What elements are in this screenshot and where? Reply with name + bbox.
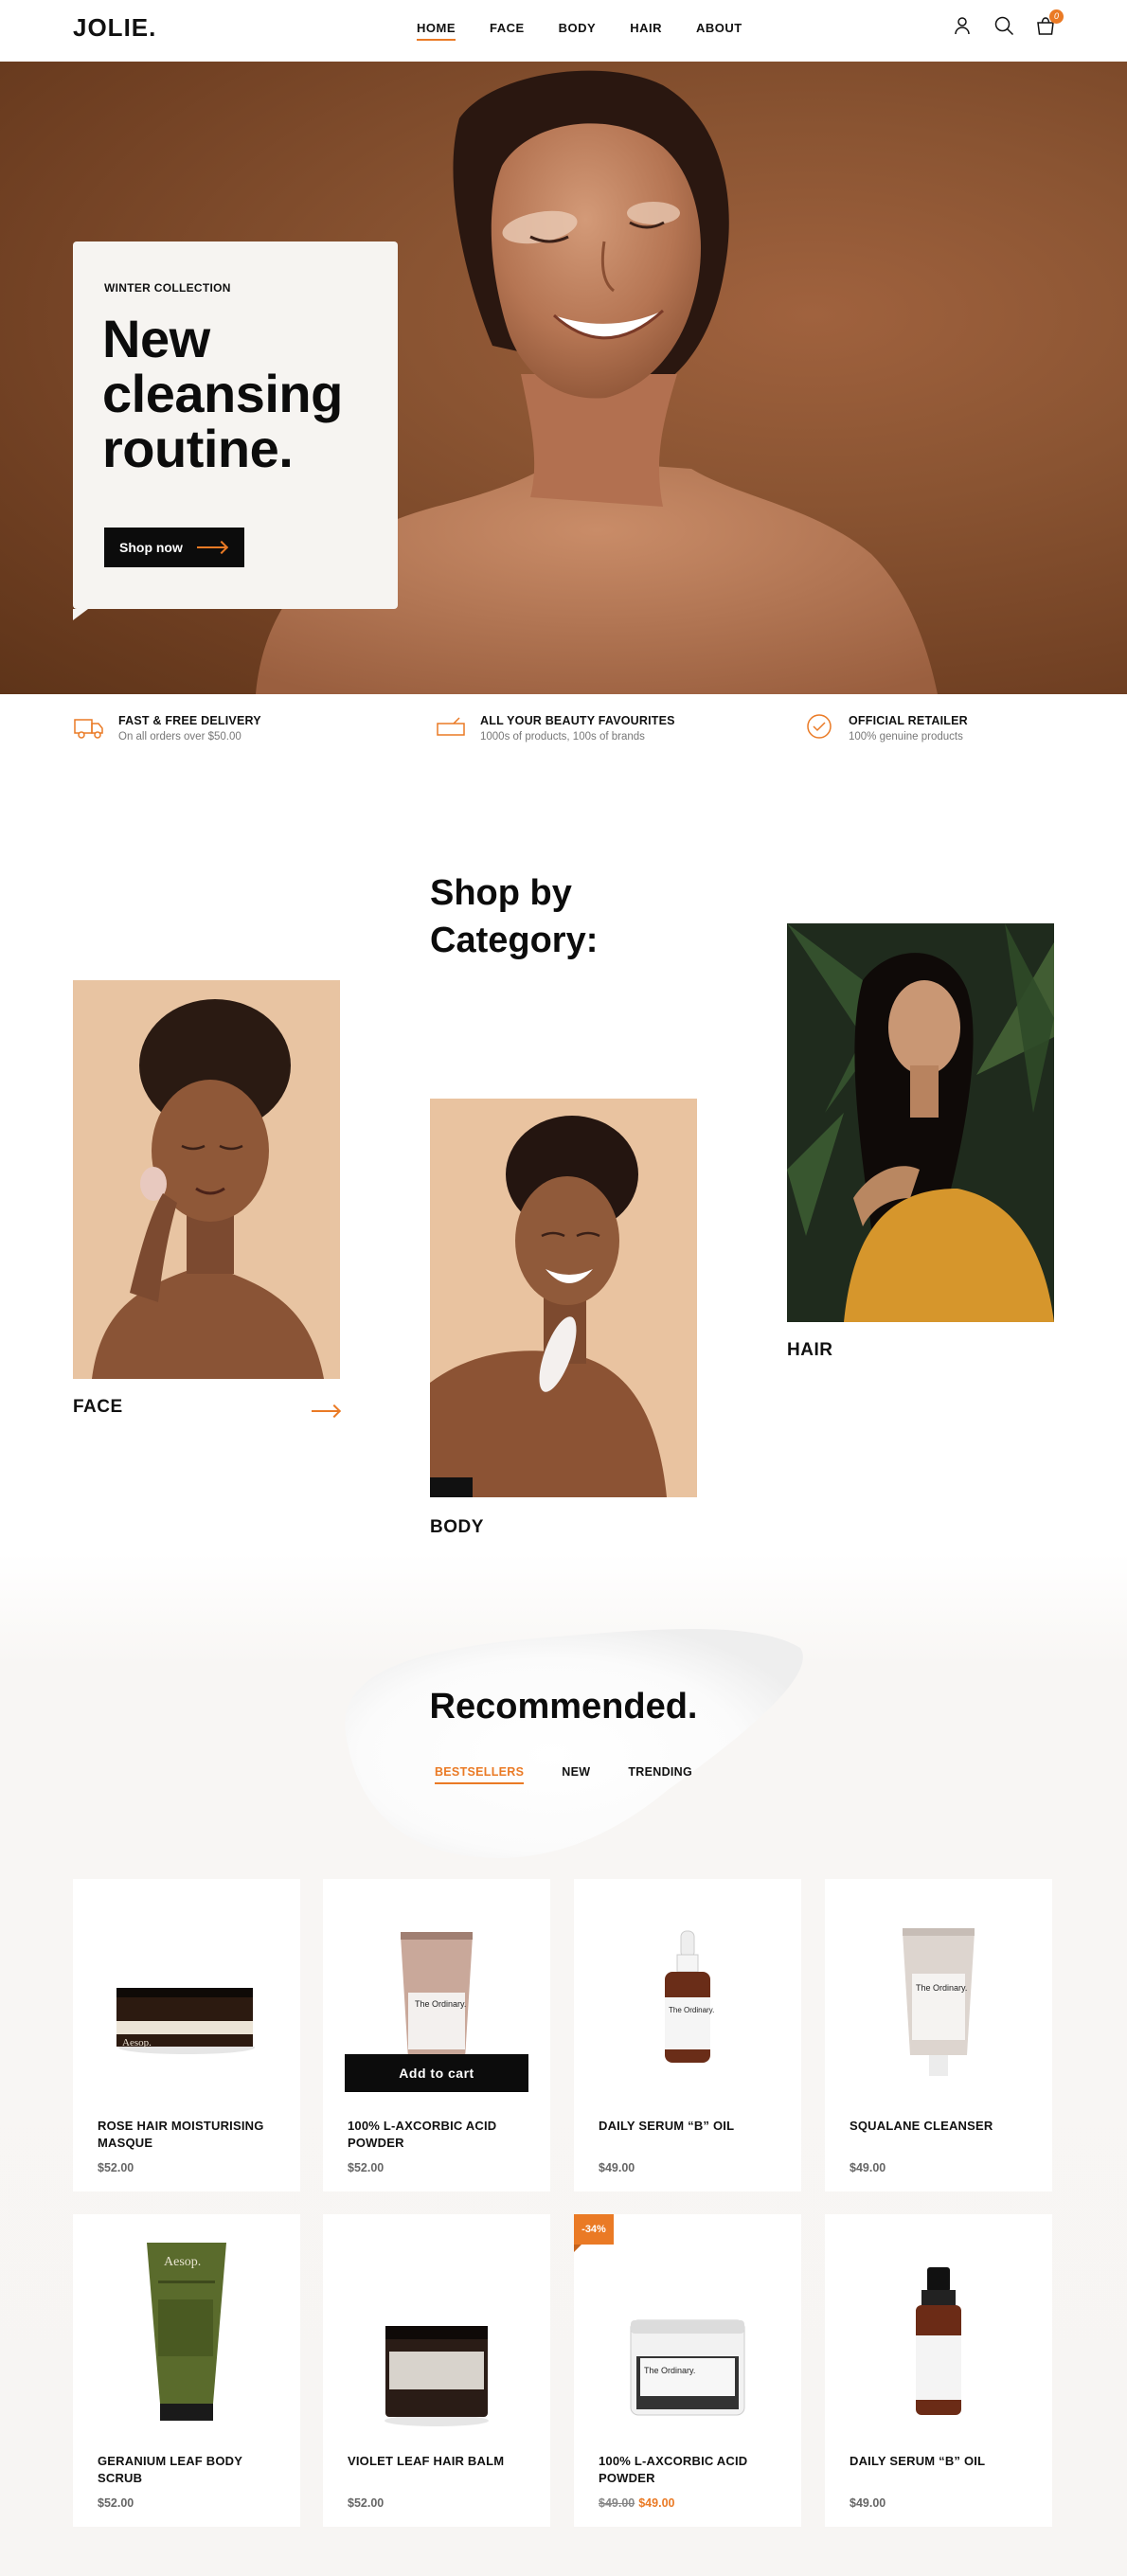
product-card[interactable]: Aesop. GERANIUM LEAF BODY SCRUB $52.00 xyxy=(73,2214,300,2527)
product-card[interactable]: The Ordinary. DAILY SERUM “B” OIL $49.00 xyxy=(574,1879,801,2191)
product-image: The Ordinary. xyxy=(630,2319,745,2416)
svg-text:Aesop.: Aesop. xyxy=(122,2037,152,2048)
category-hair-image[interactable] xyxy=(787,923,1054,1322)
svg-text:Aesop.: Aesop. xyxy=(164,2255,201,2269)
product-image xyxy=(385,2326,489,2426)
product-price: $49.00 xyxy=(599,2161,635,2174)
recommended-tabs: BESTSELLERS NEW TRENDING xyxy=(0,1765,1127,1784)
usp-retailer: OFFICIAL RETAILER 100% genuine products xyxy=(803,710,968,742)
usp-title: ALL YOUR BEAUTY FAVOURITES xyxy=(480,714,675,727)
product-card[interactable]: The Ordinary. Add to cart 100% L-AXCORBI… xyxy=(323,1879,550,2191)
arrow-right-icon[interactable] xyxy=(312,1410,338,1412)
hero-card: WINTER COLLECTION New cleansing routine.… xyxy=(73,242,398,620)
category-hair-label[interactable]: HAIR xyxy=(787,1340,832,1361)
svg-text:The Ordinary.: The Ordinary. xyxy=(415,1999,466,2009)
shop-now-label: Shop now xyxy=(119,540,183,555)
svg-text:The Ordinary.: The Ordinary. xyxy=(669,2006,714,2014)
usp-subtitle: 1000s of products, 100s of brands xyxy=(480,731,645,742)
product-card[interactable]: Aesop. ROSE HAIR MOISTURISING MASQUE $52… xyxy=(73,1879,300,2191)
category-body-image[interactable] xyxy=(430,1099,697,1497)
usp-title: OFFICIAL RETAILER xyxy=(849,714,968,727)
product-image: The Ordinary. xyxy=(903,1928,975,2076)
product-name[interactable]: 100% L-AXCORBIC ACID POWDER xyxy=(348,2118,537,2152)
usp-title: FAST & FREE DELIVERY xyxy=(118,714,261,727)
add-to-cart-button[interactable]: Add to cart xyxy=(345,2054,528,2092)
check-circle-icon xyxy=(803,710,835,742)
usp-delivery: FAST & FREE DELIVERY On all orders over … xyxy=(73,710,261,742)
arrow-right-icon xyxy=(197,546,225,548)
nav-about[interactable]: ABOUT xyxy=(696,21,742,41)
product-image: The Ordinary. xyxy=(665,1930,714,2063)
product-price: $49.00 $49.00 xyxy=(599,2496,674,2510)
page: { "header": { "logo": "JOLIE.", "nav": [… xyxy=(0,0,1127,2576)
truck-icon xyxy=(73,710,105,742)
usp-subtitle: 100% genuine products xyxy=(849,731,963,742)
header-actions: 0 xyxy=(952,9,1064,36)
search-icon[interactable] xyxy=(993,15,1014,36)
nav-body[interactable]: BODY xyxy=(559,21,597,41)
nav-home[interactable]: HOME xyxy=(417,21,456,41)
product-name[interactable]: 100% L-AXCORBIC ACID POWDER xyxy=(599,2453,788,2487)
cart-count-badge: 0 xyxy=(1049,9,1064,24)
nav-face[interactable]: FACE xyxy=(490,21,525,41)
site-header: JOLIE. HOME FACE BODY HAIR ABOUT 0 xyxy=(0,0,1127,62)
product-image xyxy=(916,2267,961,2415)
user-icon[interactable] xyxy=(952,15,973,36)
product-price: $49.00 xyxy=(850,2496,886,2510)
product-name[interactable]: DAILY SERUM “B” OIL xyxy=(850,2453,1039,2470)
product-name[interactable]: SQUALANE CLEANSER xyxy=(850,2118,1039,2135)
product-price: $52.00 xyxy=(98,2496,134,2510)
tab-bestsellers[interactable]: BESTSELLERS xyxy=(434,1765,525,1784)
usp-subtitle: On all orders over $50.00 xyxy=(118,731,242,742)
product-image: Aesop. xyxy=(116,1988,255,2054)
product-card[interactable]: The Ordinary. -34% 100% L-AXCORBIC ACID … xyxy=(574,2214,801,2527)
hero-title: New cleansing routine. xyxy=(102,309,343,478)
box-icon xyxy=(435,710,467,742)
usp-favourites: ALL YOUR BEAUTY FAVOURITES 1000s of prod… xyxy=(435,710,675,742)
sale-price: $49.00 xyxy=(638,2496,675,2510)
cart-icon[interactable]: 0 xyxy=(1035,9,1064,36)
product-image: Aesop. xyxy=(147,2243,226,2421)
product-price: $52.00 xyxy=(348,2161,385,2174)
cream-swatch-image xyxy=(345,1629,803,1858)
category-face-label[interactable]: FACE xyxy=(73,1397,123,1418)
product-name[interactable]: DAILY SERUM “B” OIL xyxy=(599,2118,788,2135)
product-card[interactable]: DAILY SERUM “B” OIL $49.00 xyxy=(825,2214,1052,2527)
product-name[interactable]: VIOLET LEAF HAIR BALM xyxy=(348,2453,537,2470)
tab-new[interactable]: NEW xyxy=(562,1765,590,1784)
logo[interactable]: JOLIE. xyxy=(73,13,156,43)
product-price: $52.00 xyxy=(348,2496,385,2510)
shop-now-button[interactable]: Shop now xyxy=(104,528,244,567)
tab-trending[interactable]: TRENDING xyxy=(628,1765,692,1784)
product-price: $49.00 xyxy=(850,2161,886,2174)
discount-badge: -34% xyxy=(574,2214,614,2252)
product-card[interactable]: The Ordinary. SQUALANE CLEANSER $49.00 xyxy=(825,1879,1052,2191)
categories-title: Shop by Category: xyxy=(430,873,599,960)
product-name[interactable]: ROSE HAIR MOISTURISING MASQUE xyxy=(98,2118,287,2152)
recommended-title: Recommended. xyxy=(429,1687,698,1726)
hero-eyebrow: WINTER COLLECTION xyxy=(104,281,231,295)
category-face-image[interactable] xyxy=(73,980,340,1379)
svg-text:The Ordinary.: The Ordinary. xyxy=(644,2366,695,2375)
category-body-label[interactable]: BODY xyxy=(430,1517,484,1538)
nav-hair[interactable]: HAIR xyxy=(630,21,662,41)
svg-text:The Ordinary.: The Ordinary. xyxy=(916,1983,967,1993)
old-price: $49.00 xyxy=(599,2496,635,2510)
product-price: $52.00 xyxy=(98,2161,134,2174)
product-name[interactable]: GERANIUM LEAF BODY SCRUB xyxy=(98,2453,287,2487)
main-nav: HOME FACE BODY HAIR ABOUT xyxy=(417,21,742,41)
product-card[interactable]: VIOLET LEAF HAIR BALM $52.00 xyxy=(323,2214,550,2527)
hero-banner: WINTER COLLECTION New cleansing routine.… xyxy=(0,62,1127,694)
